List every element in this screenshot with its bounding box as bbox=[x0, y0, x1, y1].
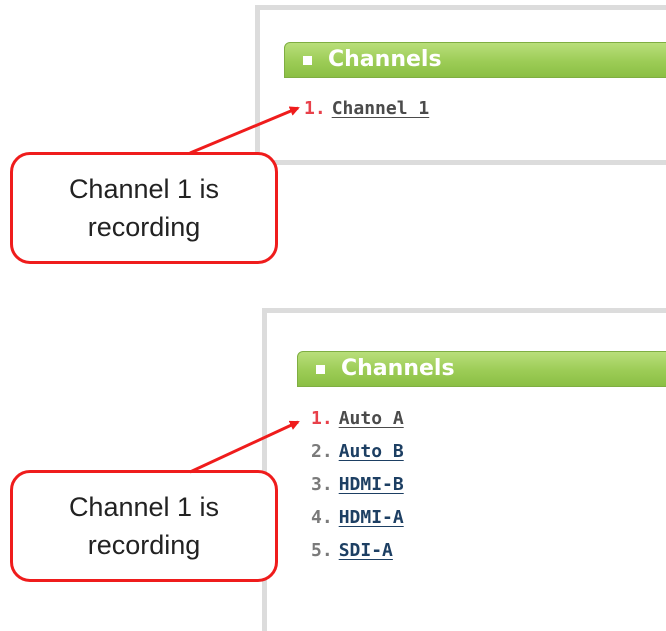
callout-text: Channel 1 is recording bbox=[68, 492, 220, 560]
channel-item: 2. Auto B bbox=[311, 441, 404, 474]
channel-number: 5. bbox=[311, 540, 333, 561]
channel-link-hdmi-b[interactable]: HDMI-B bbox=[339, 474, 404, 495]
callout-text: Channel 1 is recording bbox=[68, 174, 220, 242]
channel-list-bottom: 1. Auto A 2. Auto B 3. HDMI-B 4. HDMI-A 5. SD… bbox=[311, 408, 404, 573]
channel-number: 4. bbox=[311, 507, 333, 528]
screenshot-stage: Channels 1. Channel 1 Channels 1. Auto A 2… bbox=[0, 0, 666, 631]
channel-item: 5. SDI-A bbox=[311, 540, 404, 573]
channels-panel-top: Channels 1. Channel 1 bbox=[255, 5, 666, 165]
channel-link-hdmi-a[interactable]: HDMI-A bbox=[339, 507, 404, 528]
channel-number: 1. bbox=[311, 408, 333, 429]
channel-link-sdi-a[interactable]: SDI-A bbox=[339, 540, 393, 561]
channels-panel-bottom: Channels 1. Auto A 2. Auto B 3. HDMI-B 4. HD… bbox=[262, 308, 666, 631]
channel-item: 3. HDMI-B bbox=[311, 474, 404, 507]
channel-item: 1. Channel 1 bbox=[304, 98, 429, 131]
channel-item: 4. HDMI-A bbox=[311, 507, 404, 540]
channel-number: 2. bbox=[311, 441, 333, 462]
channel-link-channel-1[interactable]: Channel 1 bbox=[332, 98, 430, 119]
channel-item: 1. Auto A bbox=[311, 408, 404, 441]
square-bullet-icon bbox=[316, 364, 325, 374]
channels-header-bottom: Channels bbox=[297, 351, 666, 387]
channel-number: 3. bbox=[311, 474, 333, 495]
channel-link-auto-b[interactable]: Auto B bbox=[339, 441, 404, 462]
recording-callout-bottom: Channel 1 is recording bbox=[10, 470, 278, 582]
channel-number: 1. bbox=[304, 98, 326, 119]
channels-header-top: Channels bbox=[284, 42, 666, 78]
channel-link-auto-a[interactable]: Auto A bbox=[339, 408, 404, 429]
square-bullet-icon bbox=[303, 55, 312, 65]
recording-callout-top: Channel 1 is recording bbox=[10, 152, 278, 264]
channels-title: Channels bbox=[341, 356, 455, 381]
channel-list-top: 1. Channel 1 bbox=[304, 98, 429, 131]
channels-title: Channels bbox=[328, 47, 442, 72]
